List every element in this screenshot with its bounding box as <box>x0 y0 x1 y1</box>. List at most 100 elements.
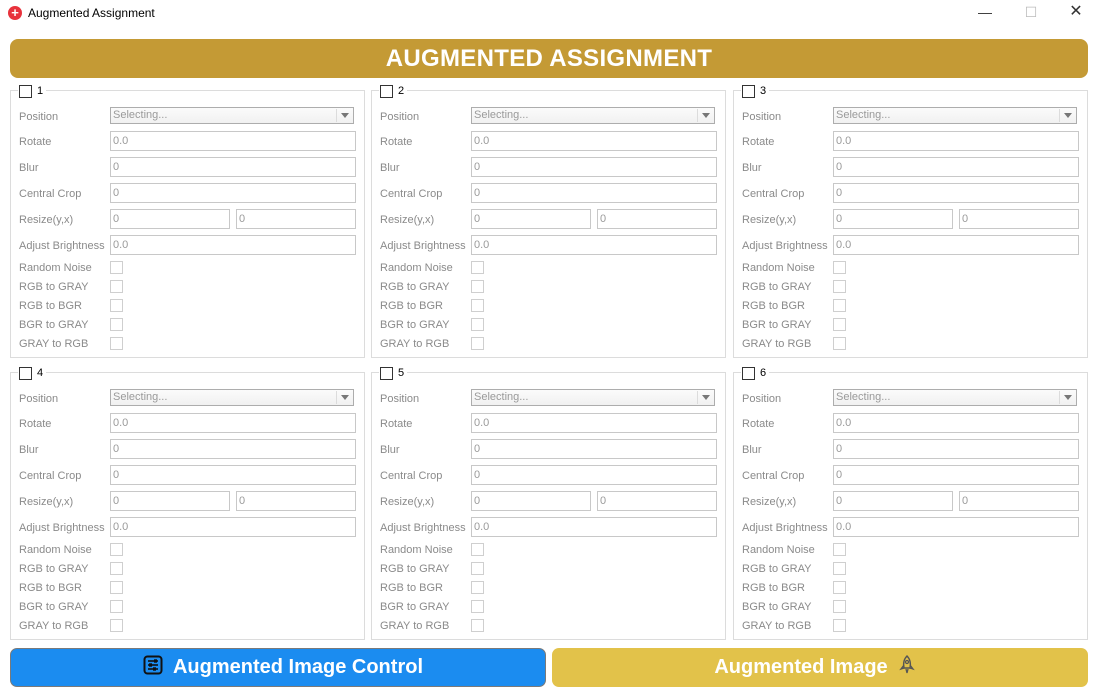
gray-to-rgb-checkbox[interactable] <box>471 337 484 350</box>
group-header: 1 <box>18 83 47 99</box>
rgb-to-bgr-checkbox[interactable] <box>471 581 484 594</box>
resize-x-input[interactable]: 0 <box>597 491 717 511</box>
adjust-brightness-input[interactable]: 0.0 <box>110 235 356 255</box>
resize-label: Resize(y,x) <box>380 214 435 226</box>
rotate-input[interactable]: 0.0 <box>110 131 356 151</box>
group-enable-checkbox[interactable] <box>380 366 393 380</box>
augmented-image-button[interactable]: Augmented Image <box>552 648 1088 687</box>
rgb-to-bgr-label: RGB to BGR <box>19 300 82 312</box>
rotate-input[interactable]: 0.0 <box>833 413 1079 433</box>
position-select[interactable]: Selecting... <box>110 107 354 124</box>
rgb-to-gray-checkbox[interactable] <box>110 280 123 293</box>
random-noise-checkbox[interactable] <box>471 261 484 274</box>
blur-input[interactable]: 0 <box>833 439 1079 459</box>
resize-y-input[interactable]: 0 <box>471 491 591 511</box>
group-enable-checkbox[interactable] <box>742 366 755 380</box>
position-select[interactable]: Selecting... <box>471 107 715 124</box>
bgr-to-gray-checkbox[interactable] <box>110 600 123 613</box>
rotate-input[interactable]: 0.0 <box>471 131 717 151</box>
group-number: 4 <box>37 367 44 379</box>
gray-to-rgb-checkbox[interactable] <box>833 337 846 350</box>
minimize-button[interactable]: — <box>962 0 1008 26</box>
position-select[interactable]: Selecting... <box>110 389 354 406</box>
bgr-to-gray-checkbox[interactable] <box>833 600 846 613</box>
rgb-to-bgr-checkbox[interactable] <box>471 299 484 312</box>
position-select[interactable]: Selecting... <box>833 107 1077 124</box>
position-select[interactable]: Selecting... <box>833 389 1077 406</box>
resize-x-input[interactable]: 0 <box>959 491 1079 511</box>
group-enable-checkbox[interactable] <box>19 366 32 380</box>
rgb-to-gray-checkbox[interactable] <box>471 280 484 293</box>
group-header: 4 <box>18 365 47 381</box>
resize-y-input[interactable]: 0 <box>110 491 230 511</box>
position-select[interactable]: Selecting... <box>471 389 715 406</box>
position-label: Position <box>380 111 420 123</box>
blur-input[interactable]: 0 <box>471 157 717 177</box>
group-number: 6 <box>760 367 767 379</box>
rotate-label: Rotate <box>19 418 52 430</box>
resize-y-input[interactable]: 0 <box>833 491 953 511</box>
group-enable-checkbox[interactable] <box>19 84 32 98</box>
gray-to-rgb-checkbox[interactable] <box>110 337 123 350</box>
rotate-input[interactable]: 0.0 <box>471 413 717 433</box>
adjust-brightness-input[interactable]: 0.0 <box>471 235 717 255</box>
central-crop-input[interactable]: 0 <box>833 183 1079 203</box>
chevron-down-icon <box>336 109 352 122</box>
rotate-input[interactable]: 0.0 <box>833 131 1079 151</box>
resize-x-input[interactable]: 0 <box>236 491 356 511</box>
resize-y-input[interactable]: 0 <box>110 209 230 229</box>
bgr-to-gray-checkbox[interactable] <box>833 318 846 331</box>
close-button[interactable]: ✕ <box>1053 0 1097 26</box>
blur-input[interactable]: 0 <box>833 157 1079 177</box>
random-noise-checkbox[interactable] <box>110 261 123 274</box>
adjust-brightness-input[interactable]: 0.0 <box>833 517 1079 537</box>
rgb-to-gray-checkbox[interactable] <box>833 562 846 575</box>
bgr-to-gray-checkbox[interactable] <box>471 318 484 331</box>
rotate-label: Rotate <box>380 418 413 430</box>
rgb-to-bgr-checkbox[interactable] <box>110 581 123 594</box>
rgb-to-bgr-checkbox[interactable] <box>110 299 123 312</box>
augmented-image-control-button[interactable]: Augmented Image Control <box>10 648 546 687</box>
resize-x-input[interactable]: 0 <box>959 209 1079 229</box>
gray-to-rgb-checkbox[interactable] <box>833 619 846 632</box>
blur-input[interactable]: 0 <box>471 439 717 459</box>
central-crop-input[interactable]: 0 <box>833 465 1079 485</box>
gray-to-rgb-label: GRAY to RGB <box>19 620 89 632</box>
adjust-brightness-input[interactable]: 0.0 <box>471 517 717 537</box>
blur-input[interactable]: 0 <box>110 157 356 177</box>
resize-y-input[interactable]: 0 <box>471 209 591 229</box>
bgr-to-gray-checkbox[interactable] <box>471 600 484 613</box>
random-noise-checkbox[interactable] <box>471 543 484 556</box>
blur-input[interactable]: 0 <box>110 439 356 459</box>
group-enable-checkbox[interactable] <box>742 84 755 98</box>
rgb-to-gray-checkbox[interactable] <box>110 562 123 575</box>
blur-label: Blur <box>742 444 762 456</box>
rgb-to-gray-checkbox[interactable] <box>833 280 846 293</box>
resize-y-input[interactable]: 0 <box>833 209 953 229</box>
gray-to-rgb-checkbox[interactable] <box>110 619 123 632</box>
central-crop-input[interactable]: 0 <box>471 465 717 485</box>
rgb-to-bgr-label: RGB to BGR <box>742 300 805 312</box>
maximize-button[interactable]: ☐ <box>1008 0 1054 26</box>
random-noise-checkbox[interactable] <box>833 261 846 274</box>
adjust-brightness-input[interactable]: 0.0 <box>110 517 356 537</box>
bgr-to-gray-checkbox[interactable] <box>110 318 123 331</box>
group-enable-checkbox[interactable] <box>380 84 393 98</box>
augmentation-group-5: 5 Position Selecting... Rotate 0.0 Blur … <box>371 365 726 640</box>
gray-to-rgb-checkbox[interactable] <box>471 619 484 632</box>
blur-label: Blur <box>380 444 400 456</box>
central-crop-input[interactable]: 0 <box>471 183 717 203</box>
rgb-to-gray-checkbox[interactable] <box>471 562 484 575</box>
resize-x-input[interactable]: 0 <box>597 209 717 229</box>
central-crop-input[interactable]: 0 <box>110 183 356 203</box>
rgb-to-bgr-checkbox[interactable] <box>833 581 846 594</box>
rotate-input[interactable]: 0.0 <box>110 413 356 433</box>
central-crop-input[interactable]: 0 <box>110 465 356 485</box>
bgr-to-gray-label: BGR to GRAY <box>19 319 89 331</box>
resize-x-input[interactable]: 0 <box>236 209 356 229</box>
random-noise-checkbox[interactable] <box>110 543 123 556</box>
random-noise-checkbox[interactable] <box>833 543 846 556</box>
rgb-to-bgr-checkbox[interactable] <box>833 299 846 312</box>
adjust-brightness-input[interactable]: 0.0 <box>833 235 1079 255</box>
random-noise-label: Random Noise <box>380 262 453 274</box>
